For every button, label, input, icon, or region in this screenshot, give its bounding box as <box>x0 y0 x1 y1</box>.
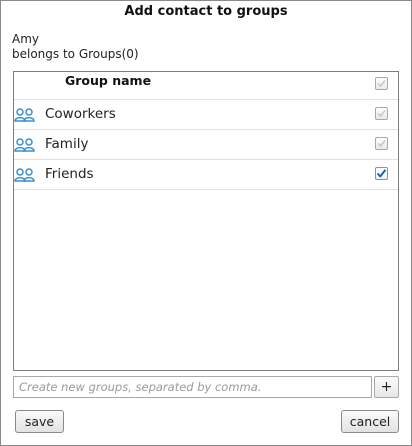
save-button[interactable]: save <box>15 410 64 433</box>
group-checkbox-friends[interactable] <box>375 167 388 180</box>
group-row-friends: Friends <box>14 160 398 190</box>
people-icon <box>14 137 36 157</box>
people-icon <box>14 167 36 187</box>
new-groups-input[interactable] <box>13 376 372 398</box>
cancel-button[interactable]: cancel <box>341 410 399 433</box>
group-checkbox-coworkers[interactable] <box>375 107 388 120</box>
add-contact-to-groups-dialog: Add contact to groups Amy belongs to Gro… <box>0 0 412 446</box>
group-row-family: Family <box>14 130 398 160</box>
group-list: Group name Coworkers Family Friends <box>13 71 399 371</box>
people-icon <box>14 107 36 127</box>
group-name-column-header: Group name <box>65 73 152 88</box>
group-label: Coworkers <box>45 106 116 122</box>
select-all-checkbox[interactable] <box>375 77 388 90</box>
add-group-button[interactable]: + <box>374 376 399 398</box>
dialog-title: Add contact to groups <box>124 4 288 19</box>
group-checkbox-family[interactable] <box>375 137 388 150</box>
group-row-coworkers: Coworkers <box>14 100 398 130</box>
belongs-to-groups-text: belongs to Groups(0) <box>12 47 139 61</box>
contact-name: Amy <box>12 32 39 46</box>
group-list-header: Group name <box>14 72 398 100</box>
group-label: Family <box>45 136 89 152</box>
group-label: Friends <box>45 166 94 182</box>
